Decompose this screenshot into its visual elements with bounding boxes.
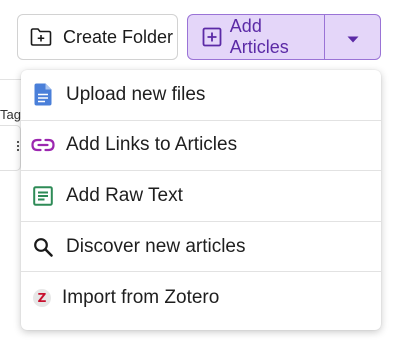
add-articles-split-button: Add Articles: [187, 14, 381, 60]
menu-item-label: Upload new files: [66, 83, 206, 105]
add-articles-button[interactable]: Add Articles: [188, 15, 324, 59]
text-file-icon: [31, 184, 55, 208]
menu-item-upload-files[interactable]: Upload new files: [21, 70, 381, 121]
tags-label-fragment: Tag: [0, 107, 21, 122]
search-icon: [31, 235, 55, 259]
add-articles-menu: Upload new files Add Links to Articles A…: [21, 70, 381, 330]
create-folder-button[interactable]: Create Folder: [17, 14, 178, 60]
folder-plus-icon: [30, 26, 52, 48]
link-icon: [31, 133, 55, 157]
menu-item-import-zotero[interactable]: Z Import from Zotero: [21, 272, 381, 323]
background-divider: [0, 79, 22, 80]
zotero-icon: Z: [30, 286, 54, 310]
background-field-fragment: [0, 125, 21, 171]
add-box-icon: [201, 26, 223, 48]
add-articles-dropdown-toggle[interactable]: [325, 15, 380, 59]
menu-item-label: Add Raw Text: [66, 184, 183, 206]
document-icon: [31, 83, 55, 107]
menu-item-label: Discover new articles: [66, 235, 246, 257]
menu-item-add-raw-text[interactable]: Add Raw Text: [21, 171, 381, 222]
caret-down-icon: [347, 27, 359, 48]
create-folder-label: Create Folder: [63, 26, 174, 47]
add-articles-label: Add Articles: [229, 16, 289, 57]
menu-item-label: Import from Zotero: [62, 286, 220, 308]
menu-item-discover-articles[interactable]: Discover new articles: [21, 222, 381, 273]
menu-item-label: Add Links to Articles: [66, 134, 238, 156]
menu-item-add-links[interactable]: Add Links to Articles: [21, 121, 381, 172]
